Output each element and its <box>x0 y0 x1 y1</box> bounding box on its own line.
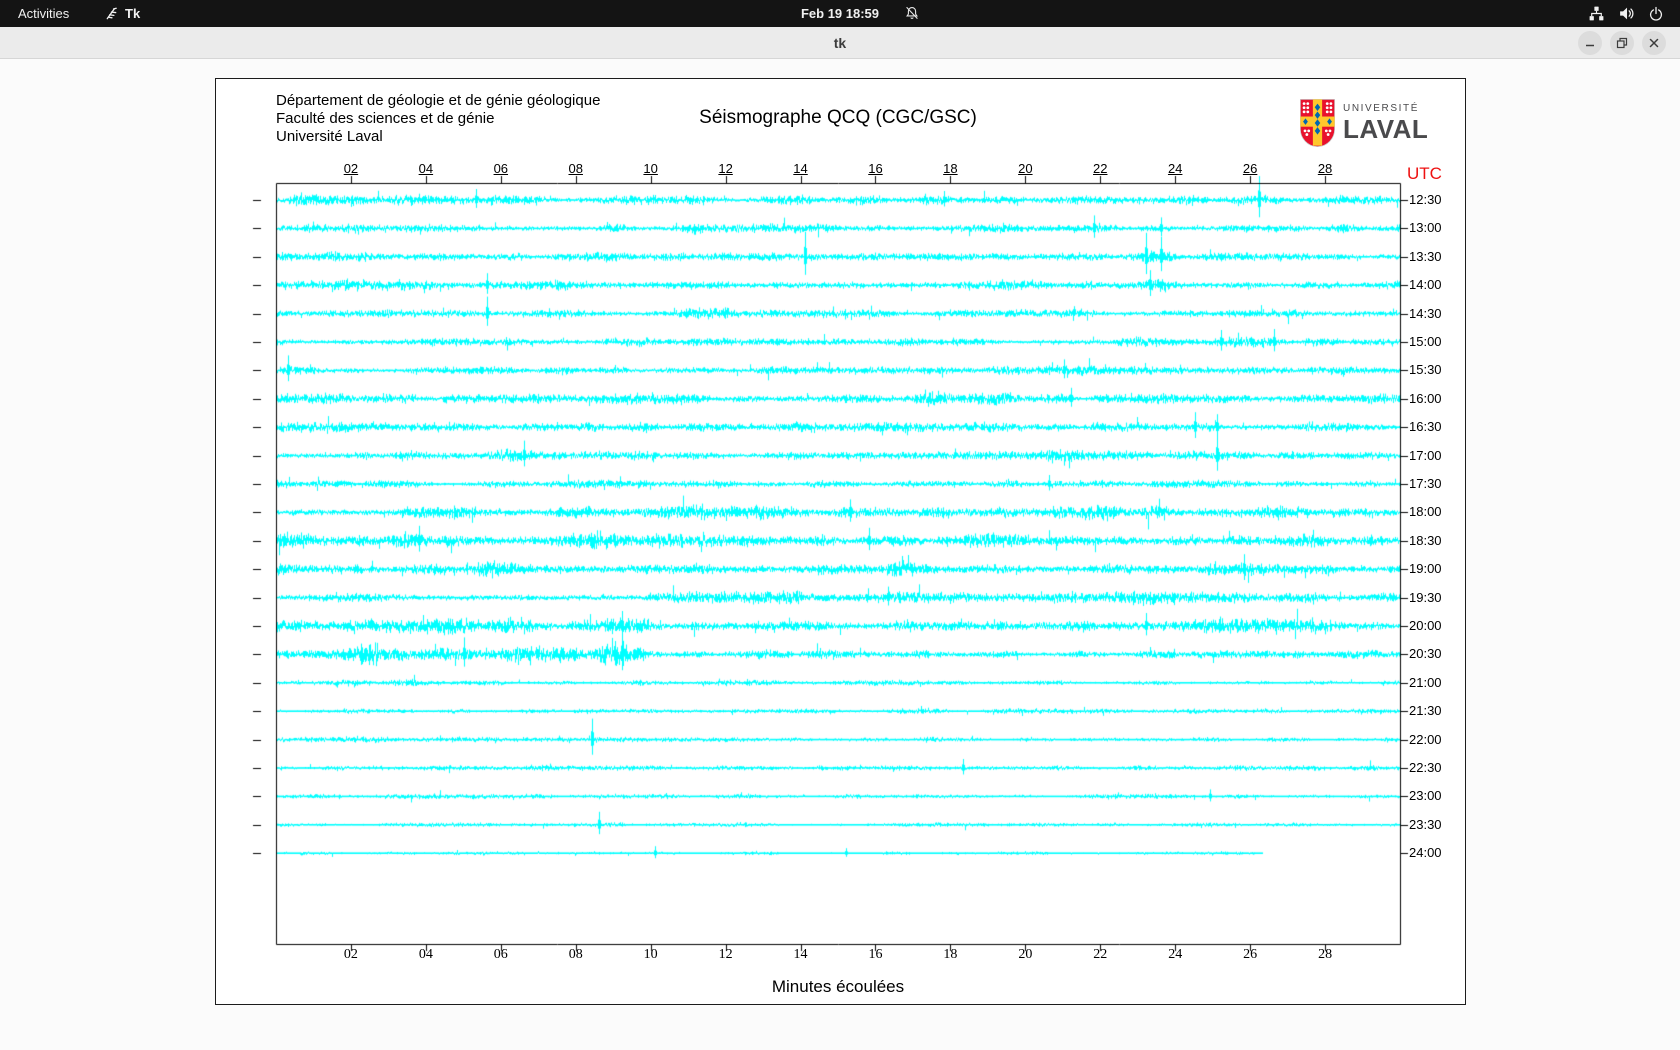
laval-wordmark-top: UNIVERSITÉ <box>1343 103 1420 114</box>
x-tick-label-bottom: 24 <box>1168 947 1183 962</box>
minimize-button[interactable] <box>1578 31 1602 55</box>
laval-wordmark-bottom: LAVAL <box>1343 114 1429 144</box>
gnome-top-bar: Activities Tk Feb 19 18:59 <box>0 0 1680 27</box>
window-content: Département de géologie et de génie géol… <box>0 59 1680 1050</box>
desktop: Activities Tk Feb 19 18:59 tk Départemen… <box>0 0 1680 1050</box>
x-tick-label-bottom: 18 <box>943 947 958 962</box>
trace-time-label: 19:30 <box>1409 589 1442 605</box>
volume-icon <box>1620 7 1634 20</box>
x-tick-label-top: 06 <box>493 161 509 176</box>
x-tick-label-bottom: 10 <box>643 947 658 962</box>
x-tick-label-top: 26 <box>1242 161 1258 176</box>
trace-time-label: 18:30 <box>1409 532 1442 548</box>
universite-laval-logo: UNIVERSITÉ LAVAL <box>1299 98 1428 148</box>
trace-time-label: 15:30 <box>1409 362 1442 378</box>
trace-time-label: 16:00 <box>1409 390 1442 406</box>
x-tick-label-top: 18 <box>943 161 958 176</box>
x-tick-label-bottom: 22 <box>1093 947 1108 962</box>
clock-label: Feb 19 18:59 <box>800 6 880 21</box>
x-tick-label-bottom: 16 <box>868 947 883 962</box>
x-tick-label-top: 24 <box>1167 161 1183 176</box>
trace-time-label: 21:00 <box>1409 674 1442 690</box>
x-tick-label-top: 28 <box>1317 161 1333 176</box>
seismograph-canvas <box>250 160 1420 965</box>
x-tick-label-bottom: 04 <box>418 947 433 962</box>
x-tick-label-bottom: 06 <box>493 947 508 962</box>
activities-label: Activities <box>18 6 70 21</box>
x-tick-label-bottom: 02 <box>343 947 358 962</box>
power-icon <box>1649 6 1663 21</box>
x-tick-label-bottom: 20 <box>1018 947 1033 962</box>
trace-time-label: 18:00 <box>1409 504 1442 520</box>
plot-title: Séismographe QCQ (CGC/GSC) <box>699 107 977 128</box>
x-tick-label-top: 14 <box>793 161 808 176</box>
x-tick-label-top: 22 <box>1093 161 1108 176</box>
trace-time-label: 17:00 <box>1409 447 1442 463</box>
tk-app-label: Tk <box>125 6 141 21</box>
x-tick-label-bottom: 26 <box>1243 947 1258 962</box>
trace-time-label: 23:30 <box>1409 816 1442 832</box>
laval-wordmark: UNIVERSITÉ LAVAL <box>1343 103 1429 144</box>
minimize-icon <box>1586 44 1594 47</box>
trace-time-label: 12:30 <box>1409 192 1442 207</box>
maximize-button[interactable] <box>1610 31 1634 55</box>
x-tick-label-top: 10 <box>643 161 658 176</box>
tk-app-menu-button[interactable]: Tk <box>104 0 140 27</box>
activities-button[interactable]: Activities <box>18 0 69 27</box>
trace-time-label: 24:00 <box>1409 845 1442 861</box>
x-tick-label-bottom: 12 <box>718 947 733 962</box>
network-wired-icon <box>1589 6 1604 21</box>
close-icon <box>1649 38 1659 48</box>
window-title: tk <box>833 34 847 51</box>
trace-time-label: 20:00 <box>1409 618 1442 633</box>
close-button[interactable] <box>1642 31 1666 55</box>
trace-time-label: 13:30 <box>1409 248 1442 264</box>
trace-time-label: 20:30 <box>1409 646 1442 662</box>
x-tick-label-top: 12 <box>718 161 733 176</box>
system-menu-button[interactable] <box>1588 0 1664 27</box>
trace-time-label: 19:00 <box>1409 561 1442 577</box>
header-line-3: Université Laval <box>276 128 383 145</box>
x-tick-label-bottom: 08 <box>568 947 583 962</box>
notifications-disabled-icon[interactable] <box>904 5 920 21</box>
trace-time-label: 14:00 <box>1409 277 1442 293</box>
trace-time-label: 13:00 <box>1409 220 1442 236</box>
laval-shield-icon <box>1300 99 1335 147</box>
x-tick-label-bottom: 14 <box>793 947 808 962</box>
trace-time-label: 16:30 <box>1409 419 1442 435</box>
restore-icon <box>1616 37 1628 49</box>
tk-app-icon <box>106 7 117 20</box>
x-tick-label-top: 16 <box>868 161 883 176</box>
trace-time-label: 23:00 <box>1409 788 1442 804</box>
trace-time-label: 22:00 <box>1409 731 1442 747</box>
trace-time-label: 22:30 <box>1409 760 1442 775</box>
clock-button[interactable]: Feb 19 18:59 <box>801 0 879 27</box>
x-tick-label-bottom: 28 <box>1318 947 1333 962</box>
x-axis-title: Minutes écoulées <box>771 977 905 996</box>
x-tick-label-top: 02 <box>343 161 359 176</box>
x-tick-label-top: 04 <box>418 161 434 176</box>
trace-time-label: 15:00 <box>1409 334 1442 349</box>
trace-time-label: 17:30 <box>1409 476 1442 491</box>
x-tick-label-top: 20 <box>1018 161 1033 176</box>
x-tick-label-top: 08 <box>568 161 583 176</box>
window-titlebar[interactable]: tk <box>0 27 1680 59</box>
trace-time-label: 14:30 <box>1409 305 1442 321</box>
trace-time-label: 21:30 <box>1409 703 1442 719</box>
